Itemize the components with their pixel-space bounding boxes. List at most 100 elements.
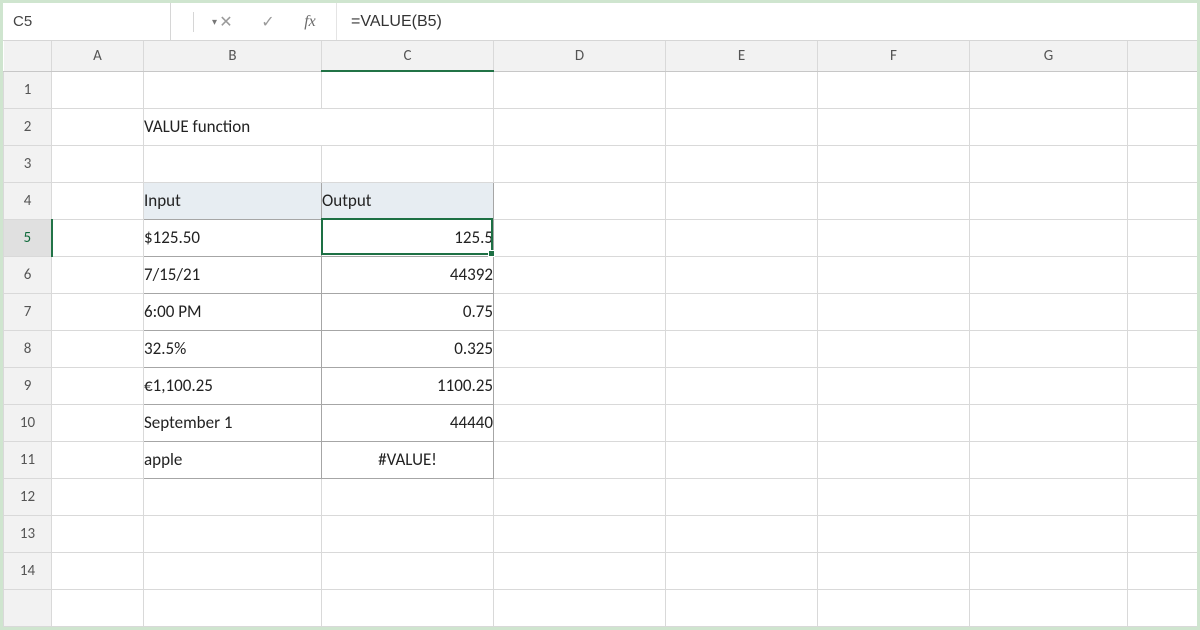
cell-B14[interactable] bbox=[144, 552, 322, 589]
cell-B10[interactable]: September 1 bbox=[144, 404, 322, 441]
row-header-13[interactable]: 13 bbox=[4, 515, 52, 552]
cell-C8[interactable]: 0.325 bbox=[322, 330, 494, 367]
cell-D6[interactable] bbox=[494, 256, 666, 293]
enter-icon[interactable]: ✓ bbox=[258, 12, 278, 32]
table-header-output[interactable]: Output bbox=[322, 182, 494, 219]
row-header-9[interactable]: 9 bbox=[4, 367, 52, 404]
cell-D13[interactable] bbox=[494, 515, 666, 552]
cell-A8[interactable] bbox=[52, 330, 144, 367]
col-header-E[interactable]: E bbox=[666, 41, 818, 71]
cell-B3[interactable] bbox=[144, 145, 322, 182]
cell-F15[interactable] bbox=[818, 589, 970, 626]
cell-H3[interactable] bbox=[1128, 145, 1198, 182]
cell-F5[interactable] bbox=[818, 219, 970, 256]
cell-F2[interactable] bbox=[818, 108, 970, 145]
row-header-12[interactable]: 12 bbox=[4, 478, 52, 515]
cell-F7[interactable] bbox=[818, 293, 970, 330]
cell-H10[interactable] bbox=[1128, 404, 1198, 441]
insert-function-icon[interactable]: fx bbox=[300, 12, 320, 32]
cell-C6[interactable]: 44392 bbox=[322, 256, 494, 293]
cell-H9[interactable] bbox=[1128, 367, 1198, 404]
cell-A15[interactable] bbox=[52, 589, 144, 626]
row-header-11[interactable]: 11 bbox=[4, 441, 52, 478]
cell-A3[interactable] bbox=[52, 145, 144, 182]
cell-C7[interactable]: 0.75 bbox=[322, 293, 494, 330]
col-header-A[interactable]: A bbox=[52, 41, 144, 71]
cell-F8[interactable] bbox=[818, 330, 970, 367]
cell-E6[interactable] bbox=[666, 256, 818, 293]
cell-D14[interactable] bbox=[494, 552, 666, 589]
row-header-4[interactable]: 4 bbox=[4, 182, 52, 219]
cell-B11[interactable]: apple bbox=[144, 441, 322, 478]
cell-D11[interactable] bbox=[494, 441, 666, 478]
cell-D12[interactable] bbox=[494, 478, 666, 515]
row-header-8[interactable]: 8 bbox=[4, 330, 52, 367]
cell-G10[interactable] bbox=[970, 404, 1128, 441]
cell-E14[interactable] bbox=[666, 552, 818, 589]
cell-A13[interactable] bbox=[52, 515, 144, 552]
cell-A6[interactable] bbox=[52, 256, 144, 293]
row-header-2[interactable]: 2 bbox=[4, 108, 52, 145]
cell-G2[interactable] bbox=[970, 108, 1128, 145]
row-header-7[interactable]: 7 bbox=[4, 293, 52, 330]
name-box[interactable] bbox=[13, 13, 212, 30]
cell-E9[interactable] bbox=[666, 367, 818, 404]
cell-B1[interactable] bbox=[144, 71, 322, 108]
cell-D1[interactable] bbox=[494, 71, 666, 108]
cell-H5[interactable] bbox=[1128, 219, 1198, 256]
cell-E11[interactable] bbox=[666, 441, 818, 478]
cell-B13[interactable] bbox=[144, 515, 322, 552]
col-header-C[interactable]: C bbox=[322, 41, 494, 71]
cell-E1[interactable] bbox=[666, 71, 818, 108]
cell-E4[interactable] bbox=[666, 182, 818, 219]
cell-H15[interactable] bbox=[1128, 589, 1198, 626]
cell-D15[interactable] bbox=[494, 589, 666, 626]
cell-G11[interactable] bbox=[970, 441, 1128, 478]
cell-A2[interactable] bbox=[52, 108, 144, 145]
cell-F9[interactable] bbox=[818, 367, 970, 404]
row-header-14[interactable]: 14 bbox=[4, 552, 52, 589]
cell-B8[interactable]: 32.5% bbox=[144, 330, 322, 367]
cell-F12[interactable] bbox=[818, 478, 970, 515]
cell-G8[interactable] bbox=[970, 330, 1128, 367]
cell-D7[interactable] bbox=[494, 293, 666, 330]
cell-E12[interactable] bbox=[666, 478, 818, 515]
cell-G15[interactable] bbox=[970, 589, 1128, 626]
cell-G6[interactable] bbox=[970, 256, 1128, 293]
cell-F3[interactable] bbox=[818, 145, 970, 182]
cell-G1[interactable] bbox=[970, 71, 1128, 108]
table-header-input[interactable]: Input bbox=[144, 182, 322, 219]
cell-A11[interactable] bbox=[52, 441, 144, 478]
cell-E8[interactable] bbox=[666, 330, 818, 367]
cell-A5[interactable] bbox=[52, 219, 144, 256]
cell-F14[interactable] bbox=[818, 552, 970, 589]
cell-B6[interactable]: 7/15/21 bbox=[144, 256, 322, 293]
cell-G3[interactable] bbox=[970, 145, 1128, 182]
row-header-6[interactable]: 6 bbox=[4, 256, 52, 293]
cell-H2[interactable] bbox=[1128, 108, 1198, 145]
cell-C9[interactable]: 1100.25 bbox=[322, 367, 494, 404]
col-header-H[interactable]: H bbox=[1128, 41, 1198, 71]
cell-G14[interactable] bbox=[970, 552, 1128, 589]
row-header-5[interactable]: 5 bbox=[4, 219, 52, 256]
cell-A1[interactable] bbox=[52, 71, 144, 108]
cell-D2[interactable] bbox=[494, 108, 666, 145]
page-title[interactable]: VALUE function bbox=[144, 108, 494, 145]
cell-F6[interactable] bbox=[818, 256, 970, 293]
row-header-10[interactable]: 10 bbox=[4, 404, 52, 441]
cell-C12[interactable] bbox=[322, 478, 494, 515]
cell-B12[interactable] bbox=[144, 478, 322, 515]
cell-C1[interactable] bbox=[322, 71, 494, 108]
cell-C13[interactable] bbox=[322, 515, 494, 552]
cell-D5[interactable] bbox=[494, 219, 666, 256]
cell-D4[interactable] bbox=[494, 182, 666, 219]
cell-F13[interactable] bbox=[818, 515, 970, 552]
cell-H12[interactable] bbox=[1128, 478, 1198, 515]
cell-B15[interactable] bbox=[144, 589, 322, 626]
cell-B7[interactable]: 6:00 PM bbox=[144, 293, 322, 330]
cell-F11[interactable] bbox=[818, 441, 970, 478]
cell-D9[interactable] bbox=[494, 367, 666, 404]
cell-C14[interactable] bbox=[322, 552, 494, 589]
cell-A7[interactable] bbox=[52, 293, 144, 330]
cell-B9[interactable]: €1,100.25 bbox=[144, 367, 322, 404]
